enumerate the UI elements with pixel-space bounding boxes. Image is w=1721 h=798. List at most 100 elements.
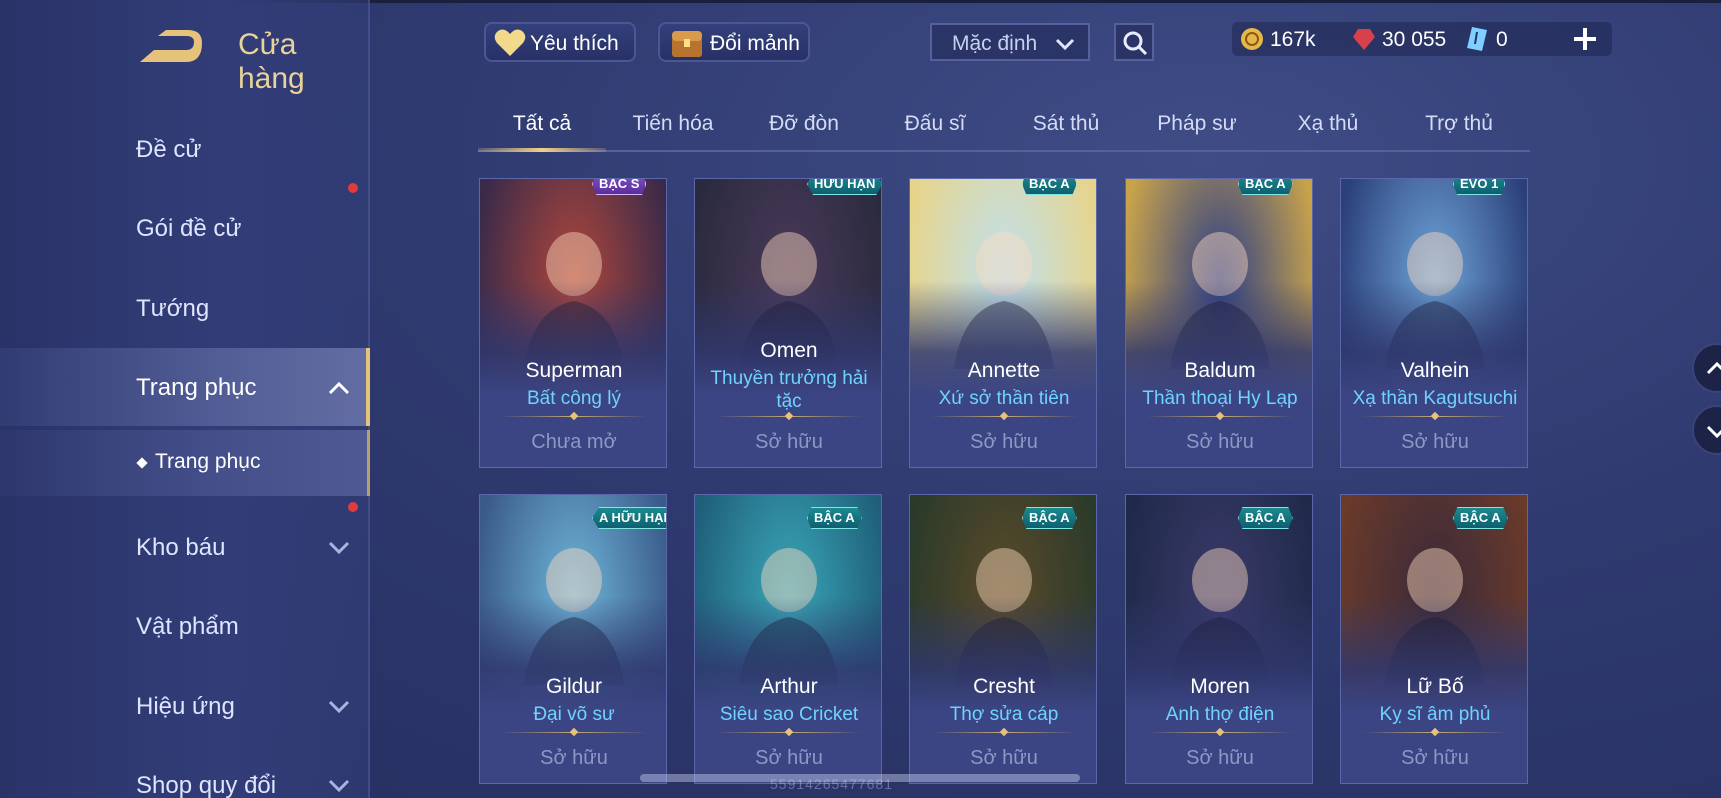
ownership-status: Sở hữu <box>755 431 823 453</box>
card-shade <box>1126 179 1312 467</box>
voucher-value: 0 <box>1496 28 1508 51</box>
watermark-text: 55914265477681 <box>770 776 894 792</box>
tab-label: Tất cả <box>512 112 572 135</box>
back-arrow-icon <box>140 30 202 62</box>
coin-value: 167k <box>1270 28 1316 51</box>
ownership-status: Sở hữu <box>755 747 823 769</box>
sidebar-item-label: Trang phục <box>136 374 257 401</box>
role-tabs: Tất cả Tiến hóa Đỡ đòn Đấu sĩ Sát thủ Ph… <box>478 105 1530 153</box>
back-button[interactable] <box>136 28 206 68</box>
sidebar-item-heroes[interactable]: Tướng <box>0 275 370 345</box>
chevron-down-icon <box>328 541 350 555</box>
card-shade <box>1341 179 1527 467</box>
chevron-down-icon <box>328 700 350 714</box>
skin-name: Đại võ sư <box>533 704 615 725</box>
search-icon <box>1123 31 1148 56</box>
hero-name: Superman <box>525 359 623 382</box>
ownership-status: Sở hữu <box>970 431 1038 453</box>
exchange-shards-button[interactable]: Đổi mảnh <box>658 22 810 62</box>
tier-badge: BẬC A <box>807 507 862 529</box>
heart-icon <box>494 29 526 56</box>
skin-card[interactable]: EVO 1 Valhein Xạ thần Kagutsuchi Sở hữu <box>1340 178 1528 468</box>
sidebar-item-exchange-shop[interactable]: Shop quy đổi <box>0 752 370 798</box>
tab-label: Đỡ đòn <box>769 112 839 135</box>
sidebar-item-bundles[interactable]: Gói đề cử <box>0 183 370 265</box>
ruby-icon <box>1353 29 1375 50</box>
tab-marksman[interactable]: Xạ thủ <box>1264 105 1392 151</box>
sort-dropdown[interactable]: Mặc định <box>930 23 1090 61</box>
skin-name: Bất công lý <box>527 388 621 409</box>
tab-label: Trợ thủ <box>1425 112 1493 135</box>
skin-name: Anh thợ điện <box>1165 704 1275 725</box>
sidebar-item-effects[interactable]: Hiệu ứng <box>0 673 370 743</box>
sidebar-item-skins[interactable]: Trang phục <box>0 348 370 426</box>
tier-badge: BẬC A <box>1022 179 1077 195</box>
tab-tank[interactable]: Đỡ đòn <box>740 105 868 151</box>
ownership-status: Chưa mở <box>531 431 617 453</box>
ownership-status: Sở hữu <box>970 747 1038 769</box>
search-button[interactable] <box>1114 23 1154 61</box>
card-shade <box>695 495 881 783</box>
tab-label: Pháp sư <box>1157 112 1237 135</box>
skin-card[interactable]: BẬC S Superman Bất công lý Chưa mở <box>479 178 667 468</box>
tab-support[interactable]: Trợ thủ <box>1395 105 1523 151</box>
ownership-status: Sở hữu <box>1401 431 1469 453</box>
skin-card[interactable]: BẬC A Baldum Thần thoại Hy Lạp Sở hữu <box>1125 178 1313 468</box>
sort-selected-value: Mặc định <box>952 32 1038 55</box>
skin-card[interactable]: BẬC A Moren Anh thợ điện Sở hữu <box>1125 494 1313 784</box>
treasure-chest-icon <box>672 31 702 57</box>
sidebar-item-items[interactable]: Vật phẩm <box>0 593 370 663</box>
hero-name: Moren <box>1190 675 1250 698</box>
plus-icon <box>1574 28 1596 50</box>
tab-assassin[interactable]: Sát thủ <box>1002 105 1130 151</box>
ruby-value: 30 055 <box>1382 28 1447 51</box>
tier-badge: EVO 1 <box>1453 179 1506 195</box>
scroll-up-button[interactable] <box>1692 343 1721 393</box>
sidebar-item-label: Đề cử <box>136 136 202 163</box>
notification-dot <box>348 183 358 193</box>
chevron-down-icon <box>328 779 350 793</box>
voucher-icon <box>1467 27 1487 51</box>
skin-name: Xạ thần Kagutsuchi <box>1352 388 1518 409</box>
skin-card[interactable]: HỮU HẠN Omen Thuyền trưởng hải tặc Sở hữ… <box>694 178 882 468</box>
sidebar-item-label: Tướng <box>136 295 210 322</box>
card-shade <box>1126 495 1312 783</box>
tab-fighter[interactable]: Đấu sĩ <box>871 105 999 151</box>
ownership-status: Sở hữu <box>1186 747 1254 769</box>
ownership-status: Sở hữu <box>1186 431 1254 453</box>
skin-name: Thợ sửa cáp <box>949 704 1059 725</box>
card-shade <box>1341 495 1527 783</box>
tab-mage[interactable]: Pháp sư <box>1133 105 1261 151</box>
tab-all[interactable]: Tất cả <box>478 105 606 152</box>
chevron-up-icon <box>328 381 350 395</box>
sidebar-item-treasure[interactable]: Kho báu <box>0 502 370 584</box>
skin-card[interactable]: A HỮU HẠN Gildur Đại võ sư Sở hữu <box>479 494 667 784</box>
sidebar-item-label: Vật phẩm <box>136 613 239 640</box>
skin-name: Thuyền trưởng hải tặc <box>710 368 868 412</box>
skin-card[interactable]: BẬC A Arthur Siêu sao Cricket Sở hữu <box>694 494 882 784</box>
card-shade <box>480 179 666 467</box>
skin-card[interactable]: BẬC A Cresht Thợ sửa cáp Sở hữu <box>909 494 1097 784</box>
hero-name: Gildur <box>545 675 603 698</box>
sidebar-item-label: Hiệu ứng <box>136 693 235 720</box>
hero-name: Omen <box>760 339 818 362</box>
sidebar-subitem-skins[interactable]: Trang phục <box>0 430 370 496</box>
scroll-down-button[interactable] <box>1692 405 1721 455</box>
hero-name: Arthur <box>760 675 818 698</box>
tab-evolution[interactable]: Tiến hóa <box>609 105 737 151</box>
sidebar-item-recommended[interactable]: Đề cử <box>0 116 370 186</box>
tier-badge: BẬC A <box>1022 507 1077 529</box>
skin-card[interactable]: BẬC A Annette Xứ sở thần tiên Sở hữu <box>909 178 1097 468</box>
sidebar-item-label: Gói đề cử <box>136 215 242 242</box>
notification-dot <box>348 502 358 512</box>
chevron-down-icon <box>1706 425 1721 439</box>
add-currency-button[interactable] <box>1570 24 1600 54</box>
skin-card[interactable]: BẬC A Lữ Bố Kỵ sĩ âm phủ Sở hữu <box>1340 494 1528 784</box>
tier-badge: BẬC A <box>1453 507 1508 529</box>
coin-icon <box>1241 28 1263 50</box>
ownership-status: Sở hữu <box>1401 747 1469 769</box>
skin-name: Xứ sở thần tiên <box>938 388 1070 409</box>
favorites-button[interactable]: Yêu thích <box>484 22 636 62</box>
chevron-down-icon <box>1055 38 1075 51</box>
hero-name: Cresht <box>973 675 1035 698</box>
